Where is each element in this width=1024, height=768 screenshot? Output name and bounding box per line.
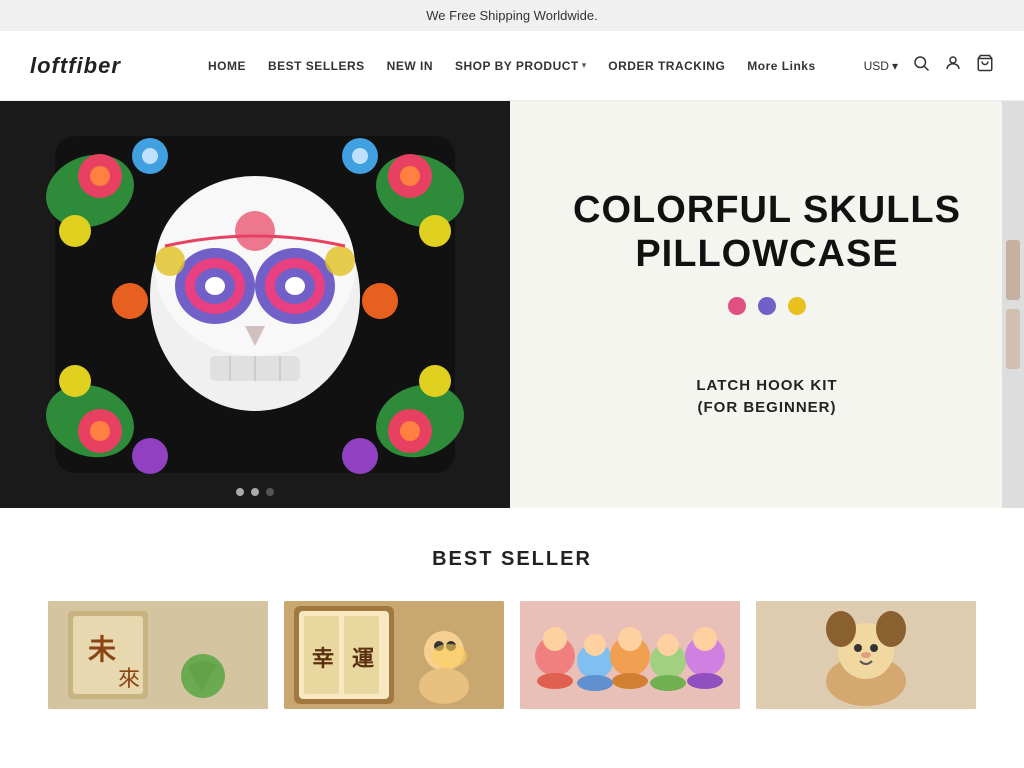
shop-by-product-arrow-icon: ▾ [582,60,587,71]
hero-text-content: COLORFUL SKULLS PILLOWCASE LATCH HOOK KI… [510,101,1024,508]
carousel-dot-2[interactable] [251,488,259,496]
nav-order-tracking[interactable]: ORDER TRACKING [608,59,725,73]
svg-text:未: 未 [88,634,116,665]
header-actions: USD ▾ [864,54,994,77]
svg-text:幸: 幸 [312,646,334,671]
currency-arrow-icon: ▾ [892,59,898,73]
best-seller-section: BEST SELLER 未 來 [0,508,1024,729]
nav-more-links[interactable]: More Links [747,59,815,73]
product-card-3[interactable] [520,601,740,709]
product-img-placeholder-3 [520,601,740,709]
cart-icon[interactable] [976,54,994,77]
hero-subtitle: LATCH HOOK KIT(FOR BEGINNER) [696,375,837,420]
product-image-4 [756,601,976,709]
product-image-2: 幸 運 [284,601,504,709]
announcement-bar: We Free Shipping Worldwide. [0,0,1024,31]
carousel-dot-1[interactable] [236,488,244,496]
nav-home[interactable]: HOME [208,59,246,73]
product-image-3 [520,601,740,709]
hero-title: COLORFUL SKULLS PILLOWCASE [550,189,984,276]
nav-new-in[interactable]: NEW IN [387,59,433,73]
product-grid: 未 來 [30,601,994,709]
hero-product-image [0,101,510,508]
currency-selector[interactable]: USD ▾ [864,59,898,73]
hero-color-dots [728,297,806,315]
carousel-dots [236,488,274,496]
product-img-placeholder-2: 幸 運 [284,601,504,709]
best-seller-title: BEST SELLER [30,548,994,571]
product-image-1: 未 來 [48,601,268,709]
account-icon[interactable] [944,54,962,77]
nav-best-sellers[interactable]: BEST SELLERS [268,59,365,73]
product-img-placeholder-1: 未 來 [48,601,268,709]
header: loftfiber HOME BEST SELLERS NEW IN SHOP … [0,31,1024,101]
product-img-placeholder-4 [756,601,976,709]
hero-side-panel [1002,101,1024,508]
nav-shop-by-product[interactable]: SHOP BY PRODUCT ▾ [455,59,586,73]
svg-text:來: 來 [118,666,140,691]
hero-color-dot-yellow [788,297,806,315]
logo[interactable]: loftfiber [30,53,160,79]
nav-shop-by-product-label: SHOP BY PRODUCT [455,59,579,73]
announcement-text: We Free Shipping Worldwide. [426,8,598,23]
search-icon[interactable] [912,54,930,77]
hero-color-dot-pink [728,297,746,315]
main-nav: HOME BEST SELLERS NEW IN SHOP BY PRODUCT… [160,59,864,73]
carousel-dot-3[interactable] [266,488,274,496]
hero-color-dot-purple [758,297,776,315]
svg-text:運: 運 [352,646,374,671]
hero-banner: COLORFUL SKULLS PILLOWCASE LATCH HOOK KI… [0,101,1024,508]
product-card-4[interactable] [756,601,976,709]
product-card-2[interactable]: 幸 運 [284,601,504,709]
product-card-1[interactable]: 未 來 [48,601,268,709]
currency-label: USD [864,59,889,73]
